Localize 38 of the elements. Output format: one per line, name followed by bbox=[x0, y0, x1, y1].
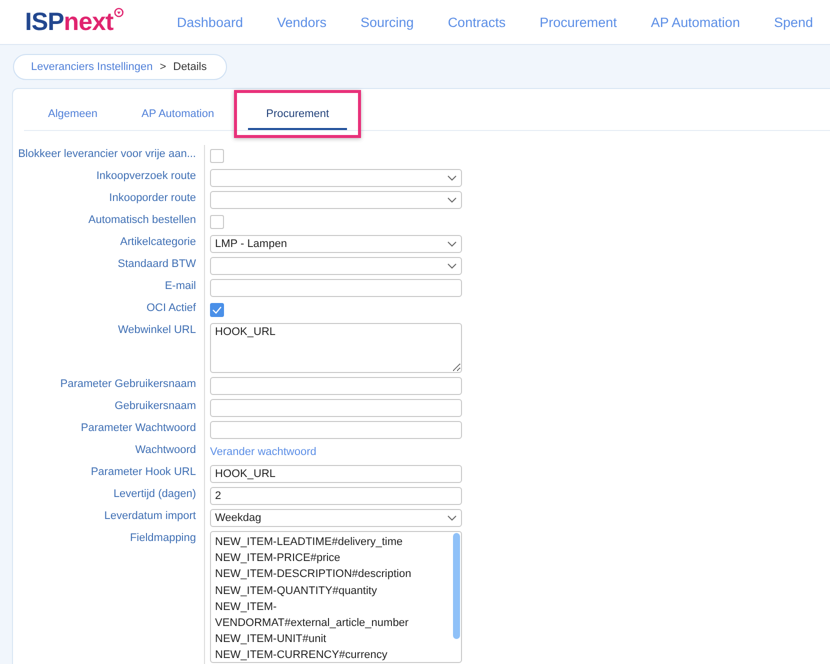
field-label: Artikelcategorie bbox=[13, 233, 205, 255]
select-field[interactable]: Weekdag bbox=[210, 509, 462, 527]
tab[interactable]: Algemeen bbox=[38, 101, 108, 130]
input-field[interactable]: 2 bbox=[210, 487, 462, 505]
breadcrumb-separator: > bbox=[160, 61, 166, 73]
breadcrumb-link[interactable]: Leveranciers Instellingen bbox=[31, 61, 153, 73]
field-label: Inkooporder route bbox=[13, 189, 205, 211]
field-label: E-mail bbox=[13, 277, 205, 299]
breadcrumb-current: Details bbox=[173, 61, 207, 73]
field-label: Fieldmapping bbox=[13, 529, 205, 664]
field-label: Webwinkel URL bbox=[13, 321, 205, 375]
field-label: Inkoopverzoek route bbox=[13, 167, 205, 189]
nav-link[interactable]: Spend bbox=[756, 14, 830, 30]
nav-link[interactable]: Dashboard bbox=[160, 14, 260, 30]
field-label: Gebruikersnaam bbox=[13, 397, 205, 419]
field-label: Standaard BTW bbox=[13, 255, 205, 277]
field-label: Automatisch bestellen bbox=[13, 211, 205, 233]
change-password-link[interactable]: Verander wachtwoord bbox=[210, 443, 316, 459]
nav-link[interactable]: AP Automation bbox=[634, 14, 757, 30]
field-label: Leverdatum import bbox=[13, 507, 205, 529]
nav-link[interactable]: Contracts bbox=[430, 14, 523, 30]
field-label: Parameter Wachtwoord bbox=[13, 419, 205, 441]
field-label: Blokkeer leverancier voor vrije aan... bbox=[13, 145, 205, 167]
input-field[interactable]: HOOK_URL bbox=[210, 465, 462, 483]
tab[interactable]: AP Automation bbox=[132, 101, 224, 130]
nav-link[interactable]: Sourcing bbox=[344, 14, 431, 30]
select-field[interactable]: LMP - Lampen bbox=[210, 235, 462, 253]
field-label: Parameter Gebruikersnaam bbox=[13, 375, 205, 397]
logo: ISPnext bbox=[25, 8, 114, 36]
text-area[interactable]: HOOK_URL bbox=[210, 323, 462, 373]
nav-link[interactable]: Procurement bbox=[522, 14, 634, 30]
tab[interactable]: Procurement bbox=[248, 101, 348, 130]
field-label: OCI Actief bbox=[13, 299, 205, 321]
nav-link[interactable]: Vendors bbox=[260, 14, 344, 30]
field-label: Parameter Hook URL bbox=[13, 463, 205, 485]
text-area[interactable]: NEW_ITEM-LEADTIME#delivery_time NEW_ITEM-PRICE#price NEW_ITEM-DESCRIPTION#description NEW_ITEM-QUANTITY#quantity NEW_ITEM- VENDORMAT#external_article_number NEW_ITEM-UNIT#unit NEW_ITEM-CURRENCY#currency bbox=[210, 531, 462, 663]
field-label: Levertijd (dagen) bbox=[13, 485, 205, 507]
field-label: Wachtwoord bbox=[13, 441, 205, 463]
